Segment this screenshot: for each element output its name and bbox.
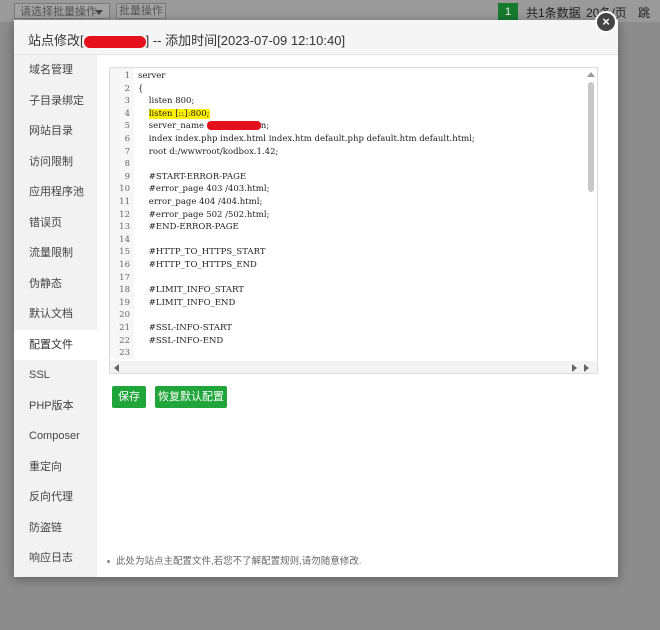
code-line: index index.php index.html index.htm def… <box>138 134 475 144</box>
sidebar-item[interactable]: 默认文档 <box>14 299 97 330</box>
line-number: 1 <box>124 71 130 81</box>
line-number: 15 <box>119 247 130 258</box>
sidebar-item[interactable]: 配置文件 <box>14 329 97 360</box>
sidebar-item[interactable]: 网站目录 <box>14 116 97 147</box>
save-button[interactable]: 保存 <box>112 386 146 408</box>
code-text: server_name <box>138 121 207 132</box>
code-line: #END-ERROR-PAGE <box>138 222 239 233</box>
scroll-left-icon[interactable] <box>114 364 119 372</box>
settings-sidebar: 域名管理 子目录绑定 网站目录 访问限制 应用程序池 错误页 流量限制 伪静态 默认文档 配置文件… <box>14 55 97 577</box>
code-line: #SSL-INFO-START <box>138 323 232 333</box>
line-number: 17 <box>119 272 130 283</box>
line-number: 6 <box>124 134 130 144</box>
code-editor[interactable]: 1 2 3 4 5 6 7 8 9 10 11 12 13 14 15 16 17 18 19 20 21 22 23 se… <box>109 67 598 374</box>
title-prefix: 站点修改[ <box>28 33 84 48</box>
line-number: 4 <box>124 108 130 119</box>
code-line: listen [::]:800; <box>138 108 210 119</box>
line-number: 7 <box>124 146 130 157</box>
code-line: #error_page 502 /502.html; <box>138 209 270 220</box>
line-number: 11 <box>119 197 130 207</box>
sidebar-item[interactable]: 防盗链 <box>14 513 97 544</box>
scroll-right-icon[interactable] <box>572 364 577 372</box>
code-line: #LIMIT_INFO_END <box>138 297 236 308</box>
batch-button[interactable]: 批量操作 <box>116 3 166 19</box>
bullet-icon <box>107 559 110 563</box>
sidebar-item[interactable]: 反向代理 <box>14 482 97 513</box>
line-number: 8 <box>124 159 130 170</box>
restore-default-button[interactable]: 恢复默认配置 <box>155 386 227 408</box>
sidebar-item[interactable]: 响应日志 <box>14 543 97 574</box>
vertical-scrollbar[interactable] <box>587 72 595 357</box>
batch-select[interactable]: 请选择批量操作 <box>14 3 110 19</box>
sidebar-item[interactable]: 域名管理 <box>14 55 97 86</box>
redacted-site-name <box>83 35 146 48</box>
line-number: 2 <box>124 83 130 94</box>
line-number: 16 <box>119 260 130 270</box>
line-number: 22 <box>119 335 130 346</box>
total-count: 共1条数据 <box>526 6 581 20</box>
sidebar-item[interactable]: 重定向 <box>14 452 97 483</box>
scroll-up-icon[interactable] <box>587 72 595 77</box>
sidebar-item[interactable]: 错误页 <box>14 208 97 239</box>
current-page-button[interactable]: 1 <box>498 3 518 21</box>
sidebar-item[interactable]: PHP版本 <box>14 391 97 422</box>
line-number: 10 <box>119 184 130 195</box>
highlighted-code: listen [::]:800; <box>148 108 210 119</box>
modal-header: 站点修改[ ] -- 添加时间[2023-07-09 12:10:40] <box>14 20 618 55</box>
code-line: #error_page 403 /403.html; <box>138 184 270 195</box>
sidebar-item[interactable]: 伪静态 <box>14 269 97 300</box>
config-note: 此处为站点主配置文件,若您不了解配置规则,请勿随意修改. <box>107 553 361 567</box>
config-file-panel: 1 2 3 4 5 6 7 8 9 10 11 12 13 14 15 16 17 18 19 20 21 22 23 se… <box>97 55 618 577</box>
sidebar-item[interactable]: 访问限制 <box>14 147 97 178</box>
close-icon[interactable]: × <box>595 11 617 33</box>
sidebar-item[interactable]: Composer <box>14 421 97 452</box>
config-note-text: 此处为站点主配置文件,若您不了解配置规则,请勿随意修改. <box>116 556 362 567</box>
scroll-end-icon[interactable] <box>584 364 589 372</box>
line-number: 3 <box>124 96 130 107</box>
line-number: 12 <box>119 209 130 220</box>
sidebar-item[interactable]: 流量限制 <box>14 238 97 269</box>
batch-select-placeholder: 请选择批量操作 <box>20 6 97 18</box>
site-edit-modal: 站点修改[ ] -- 添加时间[2023-07-09 12:10:40] × 域名… <box>14 11 618 577</box>
code-line: #HTTP_TO_HTTPS_START <box>138 247 266 258</box>
horizontal-scrollbar[interactable] <box>110 361 597 373</box>
code-line: #HTTP_TO_HTTPS_END <box>138 260 257 270</box>
line-number: 18 <box>119 285 130 296</box>
line-number: 21 <box>119 323 130 333</box>
jump-label: 跳 <box>638 6 651 20</box>
code-line: server <box>138 71 166 81</box>
sidebar-item[interactable]: 子目录绑定 <box>14 86 97 117</box>
code-line: listen 800; <box>138 96 195 107</box>
scrollbar-thumb[interactable] <box>588 82 594 192</box>
code-line: { <box>138 83 144 94</box>
modal-title: 站点修改[ ] -- 添加时间[2023-07-09 12:10:40] <box>28 30 345 49</box>
code-line: root d:/wwwroot/kodbox.1.42; <box>138 146 279 157</box>
code-text-tail: n; <box>260 121 270 132</box>
redacted-server-name <box>206 121 261 131</box>
line-number: 5 <box>124 121 130 132</box>
line-number: 14 <box>119 234 130 245</box>
sidebar-item[interactable]: SSL <box>14 360 97 391</box>
line-number-gutter: 1 2 3 4 5 6 7 8 9 10 11 12 13 14 15 16 17 18 19 20 21 22 23 <box>110 68 134 359</box>
line-number: 19 <box>119 297 130 308</box>
code-line: #LIMIT_INFO_START <box>138 285 244 296</box>
line-number: 13 <box>119 222 130 233</box>
code-line: #START-ERROR-PAGE <box>138 171 247 182</box>
line-number: 9 <box>124 171 130 182</box>
line-number: 20 <box>119 310 130 321</box>
title-suffix: ] -- 添加时间[2023-07-09 12:10:40] <box>145 33 346 48</box>
line-number: 23 <box>119 348 130 359</box>
chevron-down-icon <box>95 10 103 15</box>
code-line: #SSL-INFO-END <box>138 335 224 346</box>
code-line: server_name n; <box>138 121 269 131</box>
sidebar-item[interactable]: 应用程序池 <box>14 177 97 208</box>
code-line: error_page 404 /404.html; <box>138 197 263 207</box>
